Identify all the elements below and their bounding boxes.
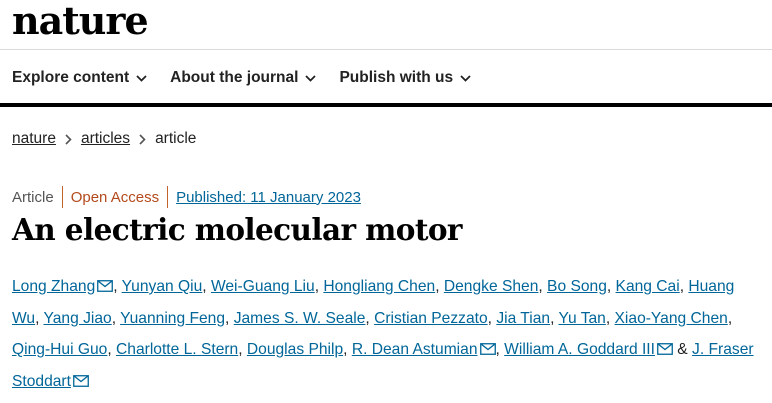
author-separator: , [605,309,615,327]
author-link[interactable]: James S. W. Seale [234,310,366,327]
author-separator: , [202,278,211,295]
breadcrumb-articles[interactable]: articles [81,130,130,148]
meta-separator [167,186,169,208]
nav-item-label: Publish with us [339,69,454,86]
author-link[interactable]: Long Zhang [12,278,95,295]
mail-icon[interactable] [73,374,89,387]
mail-icon[interactable] [97,280,114,292]
breadcrumb: nature articles article [12,130,196,148]
author-link[interactable]: Kang Cai [616,278,680,295]
author-separator: , [107,341,117,358]
open-access-badge: Open Access [70,188,160,206]
author-list: Long Zhang, Yunyan Qiu, Wei-Guang Liu, H… [12,271,757,397]
author-link[interactable]: Hongliang Chen [323,278,435,295]
chevron-down-icon [460,74,471,82]
chevron-down-icon [136,74,147,82]
author-link[interactable]: Xiao-Yang Chen [615,310,728,327]
chevron-right-icon [139,133,146,145]
breadcrumb-current: article [155,130,197,147]
nav-item-label: Explore content [12,69,130,86]
author-link[interactable]: Jia Tian [496,310,550,327]
article-type: Article [12,188,54,206]
author-separator: & [672,341,693,358]
published-date[interactable]: Published: 11 January 2023 [176,189,361,206]
header-divider [0,49,772,50]
article-meta: Article Open Access Published: 11 Januar… [12,186,361,208]
author-link[interactable]: William A. Goddard III [504,341,655,358]
author-separator: , [343,341,352,358]
author-link[interactable]: Qing-Hui Guo [12,341,107,358]
author-link[interactable]: Bo Song [547,278,607,295]
author-separator: , [238,341,247,358]
author-separator: , [435,278,444,295]
main-nav: Explore content About the journal Publis… [12,66,494,90]
nav-publish-with-us[interactable]: Publish with us [339,69,471,87]
chevron-down-icon [305,74,317,82]
author-link[interactable]: Cristian Pezzato [374,310,488,327]
author-separator: , [606,278,616,295]
author-link[interactable]: Douglas Philp [247,341,343,358]
author-separator: , [111,309,121,327]
nav-about-the-journal[interactable]: About the journal [170,69,317,87]
mail-icon[interactable] [657,343,673,355]
author-link[interactable]: Yunyan Qiu [122,278,203,295]
nav-item-label: About the journal [170,69,299,86]
author-separator: , [225,309,234,327]
author-link[interactable]: Dengke Shen [444,278,539,295]
breadcrumb-nature[interactable]: nature [12,130,56,148]
nature-logo[interactable]: nature [12,0,149,43]
author-separator: , [727,309,733,327]
author-separator: , [365,309,375,327]
author-link[interactable]: R. Dean Astumian [352,341,478,358]
nav-explore-content[interactable]: Explore content [12,69,147,87]
article-title: An electric molecular motor [12,212,462,247]
author-link[interactable]: Yu Tan [558,310,605,327]
author-link[interactable]: Wei-Guang Liu [211,278,315,295]
author-separator: , [538,278,548,295]
mail-icon[interactable] [479,343,496,355]
author-link[interactable]: Yang Jiao [44,310,112,327]
author-link[interactable]: Yuanning Feng [120,310,225,327]
nav-divider [0,103,772,107]
chevron-right-icon [65,133,72,145]
author-separator: , [487,309,497,327]
meta-separator [61,186,63,208]
author-separator: , [495,341,505,358]
author-link[interactable]: Charlotte L. Stern [116,341,238,358]
author-separator: , [35,309,44,327]
author-separator: , [113,278,122,295]
